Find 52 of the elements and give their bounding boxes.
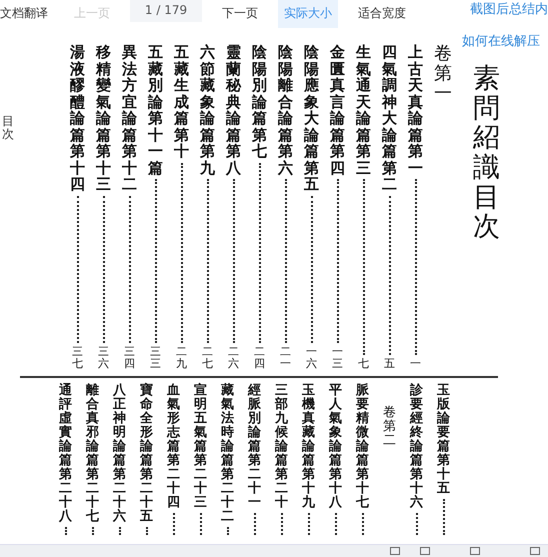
chapter-title: 金匱真言論篇第四	[330, 44, 345, 176]
page-number: 五	[384, 358, 395, 370]
chapter-title: 血氣形志篇第二十四	[167, 384, 180, 510]
page-number: 二四	[254, 346, 265, 370]
chapter-title: 通評虛實論篇第二十八	[59, 384, 72, 524]
chapter-title: 移精變氣論篇第十三	[96, 44, 111, 192]
chapter-title: 六節藏象論篇第九	[200, 44, 215, 176]
chapter-title: 診要經終論篇第十六	[410, 384, 423, 510]
page-number: 三三	[150, 346, 161, 370]
page-number: 一三	[332, 346, 343, 370]
volume-heading: 卷第一	[434, 44, 452, 104]
page-number: 三四	[124, 346, 135, 370]
page-number: 一	[410, 358, 421, 370]
page-number-field[interactable]: 1 / 179	[130, 0, 202, 22]
help-link[interactable]: 如何在线解压	[462, 32, 540, 50]
chapter-title: 陰陽應象大論篇第五	[304, 44, 319, 192]
chapter-title: 上古天真論篇第一	[408, 44, 423, 176]
page-number: 一六	[306, 346, 317, 370]
chapter-title: 陰陽別論篇第七	[252, 44, 267, 160]
toolbar-button[interactable]: 文档翻译	[0, 0, 54, 28]
chapter-title: 脈要精微論篇第十七	[356, 384, 369, 510]
chapter-title: 五藏別論第十一篇	[148, 44, 163, 176]
chapter-title: 生氣通天論篇第三	[356, 44, 371, 176]
margin-text: 目次	[2, 115, 14, 142]
page-number: 二一	[280, 346, 291, 370]
chapter-title: 湯液醪醴論篇第十四	[70, 44, 85, 192]
page-number: 三七	[72, 346, 83, 370]
page-number: 二九	[176, 346, 187, 370]
chapter-title: 離合真邪論篇第二十七	[86, 384, 99, 524]
chapter-title: 四氣調神大論篇第二	[382, 44, 397, 192]
chapter-title: 平人氣象論篇第十八	[329, 384, 342, 510]
page-number: 二七	[202, 346, 213, 370]
page-number: 七	[358, 358, 369, 370]
chapter-title: 玉版論要篇第十五	[437, 384, 450, 496]
chapter-title: 五藏生成篇第十	[174, 44, 189, 160]
toolbar-button[interactable]: 适合宽度	[352, 0, 412, 28]
chapter-title: 陰陽離合論篇第六	[278, 44, 293, 176]
chapter-title: 宣明五氣篇第二十三	[194, 384, 207, 510]
chapter-title: 經脈別論篇第二十一	[248, 384, 261, 510]
chapter-title: 三部九候論篇第二十	[275, 384, 288, 510]
toolbar-button[interactable]: 下一页	[216, 0, 264, 28]
book-title: 素問紹識目次	[473, 64, 500, 242]
chapter-title: 八正神明論篇第二十六	[113, 384, 126, 524]
chapter-title: 靈蘭秘典論篇第八	[226, 44, 241, 176]
chapter-title: 藏氣法時論篇第二十二	[221, 384, 234, 524]
page-number: 三六	[98, 346, 109, 370]
chapter-title: 異法方宜論篇第十二	[122, 44, 137, 192]
chapter-title: 寶命全形論篇第二十五	[140, 384, 153, 524]
summary-link[interactable]: 截图后总结内	[470, 0, 548, 18]
volume-heading: 卷第二	[383, 406, 396, 448]
page-number: 二六	[228, 346, 239, 370]
chapter-title: 玉機真藏論篇第十九	[302, 384, 315, 510]
